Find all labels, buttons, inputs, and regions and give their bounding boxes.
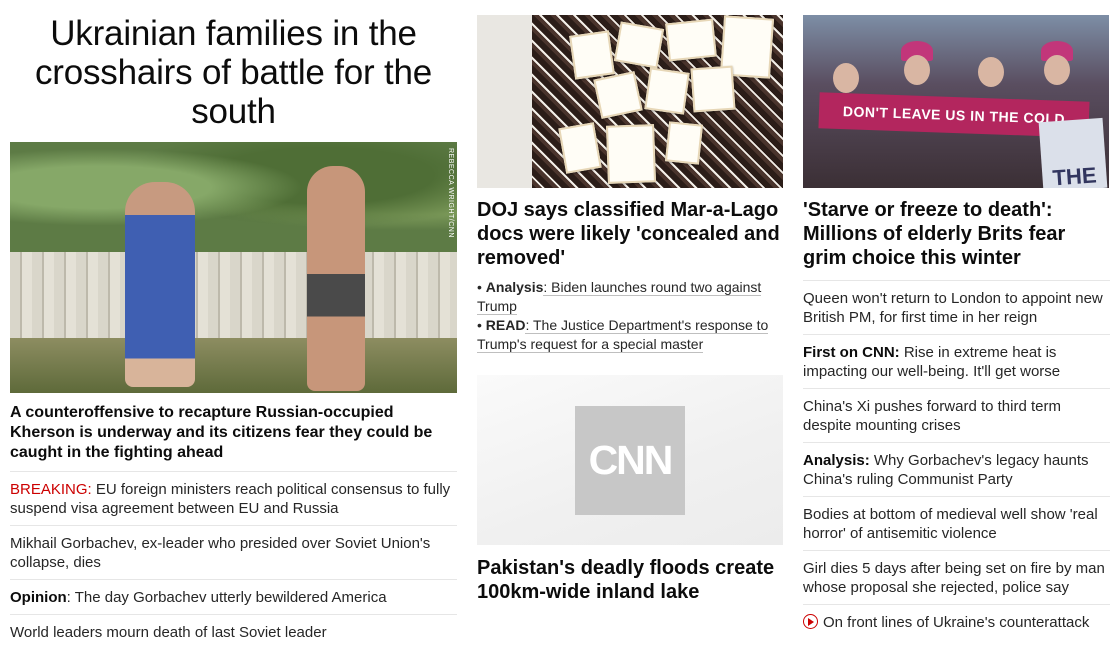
- list-item-text: China's Xi pushes forward to third term …: [803, 398, 1061, 434]
- list-item[interactable]: Bodies at bottom of medieval well show '…: [803, 497, 1110, 551]
- list-item[interactable]: On front lines of Ukraine's counterattac…: [803, 605, 1110, 639]
- lead-headline-link[interactable]: Ukrainian families in the crosshairs of …: [10, 0, 457, 131]
- cnn-logo: CNN: [575, 406, 685, 515]
- bullet-label: Analysis: [485, 279, 544, 295]
- bullet-item[interactable]: • Analysis: Biden launches round two aga…: [477, 278, 783, 316]
- doj-related-list: • Analysis: Biden launches round two aga…: [477, 278, 783, 354]
- opinion-label: Opinion: [10, 589, 67, 606]
- first-on-cnn-label: First on CNN:: [803, 344, 900, 361]
- list-item-text: Girl dies 5 days after being set on fire…: [803, 560, 1105, 596]
- cnn-placeholder-image[interactable]: CNN: [477, 375, 783, 545]
- paper-shape: [665, 18, 717, 62]
- list-item-text: On front lines of Ukraine's counterattac…: [823, 614, 1090, 631]
- lead-subheadline-link[interactable]: A counteroffensive to recapture Russian-…: [10, 403, 457, 463]
- list-item[interactable]: Mikhail Gorbachev, ex-leader who preside…: [10, 526, 457, 580]
- list-item[interactable]: First on CNN: Rise in extreme heat is im…: [803, 335, 1110, 389]
- list-item[interactable]: China's Xi pushes forward to third term …: [803, 389, 1110, 443]
- play-icon: [803, 614, 818, 629]
- headlines-list: Queen won't return to London to appoint …: [803, 280, 1110, 639]
- photo-credit: REBECCA WRIGHT/CNN: [447, 148, 454, 238]
- trees-backdrop: [10, 142, 457, 255]
- wall-backdrop: [477, 15, 532, 188]
- lead-related-list: BREAKING: EU foreign ministers reach pol…: [10, 471, 457, 649]
- pakistan-headline-link[interactable]: Pakistan's deadly floods create 100km-wi…: [477, 556, 783, 604]
- list-item[interactable]: World leaders mourn death of last Soviet…: [10, 615, 457, 649]
- ground-backdrop: [10, 337, 457, 393]
- middle-column: DOJ says classified Mar-a-Lago docs were…: [477, 0, 783, 604]
- lead-story-column: Ukrainian families in the crosshairs of …: [10, 0, 457, 649]
- paper-shape: [665, 121, 703, 165]
- protester-face: [833, 63, 859, 93]
- protest-sign: THE: [1038, 117, 1108, 188]
- list-item[interactable]: Opinion: The day Gorbachev utterly bewil…: [10, 580, 457, 615]
- paper-shape: [593, 71, 643, 119]
- paper-shape: [644, 67, 690, 115]
- brits-headline-link[interactable]: 'Starve or freeze to death': Millions of…: [803, 198, 1110, 270]
- protester-face: [978, 57, 1004, 87]
- breaking-label: BREAKING:: [10, 481, 92, 498]
- protester-face: [1044, 55, 1070, 85]
- analysis-label: Analysis:: [803, 452, 870, 469]
- list-item-text: Queen won't return to London to appoint …: [803, 290, 1103, 326]
- paper-shape: [558, 122, 602, 174]
- list-item[interactable]: Queen won't return to London to appoint …: [803, 281, 1110, 335]
- fence-backdrop: [10, 252, 457, 348]
- right-column: DON'T LEAVE US IN THE COLD THE 'Starve o…: [803, 0, 1110, 639]
- woman-figure: [125, 182, 195, 387]
- list-item-text: : The day Gorbachev utterly bewildered A…: [66, 589, 387, 606]
- doj-headline-link[interactable]: DOJ says classified Mar-a-Lago docs were…: [477, 198, 783, 270]
- bullet-label: READ: [485, 317, 526, 333]
- paper-shape: [613, 21, 665, 69]
- paper-shape: [569, 30, 615, 80]
- protester-face: [904, 55, 930, 85]
- list-item-text: Bodies at bottom of medieval well show '…: [803, 506, 1098, 542]
- list-item-text: World leaders mourn death of last Soviet…: [10, 624, 327, 641]
- paper-shape: [606, 124, 656, 184]
- list-item-text: Mikhail Gorbachev, ex-leader who preside…: [10, 535, 431, 571]
- lead-story-image[interactable]: REBECCA WRIGHT/CNN: [10, 142, 457, 393]
- paper-shape: [690, 65, 736, 113]
- documents-image[interactable]: [477, 15, 783, 188]
- bullet-item[interactable]: • READ: The Justice Department's respons…: [477, 316, 783, 354]
- list-item[interactable]: Girl dies 5 days after being set on fire…: [803, 551, 1110, 605]
- list-item[interactable]: BREAKING: EU foreign ministers reach pol…: [10, 472, 457, 526]
- list-item[interactable]: Analysis: Why Gorbachev's legacy haunts …: [803, 443, 1110, 497]
- man-figure: [307, 166, 365, 391]
- protest-image[interactable]: DON'T LEAVE US IN THE COLD THE: [803, 15, 1109, 188]
